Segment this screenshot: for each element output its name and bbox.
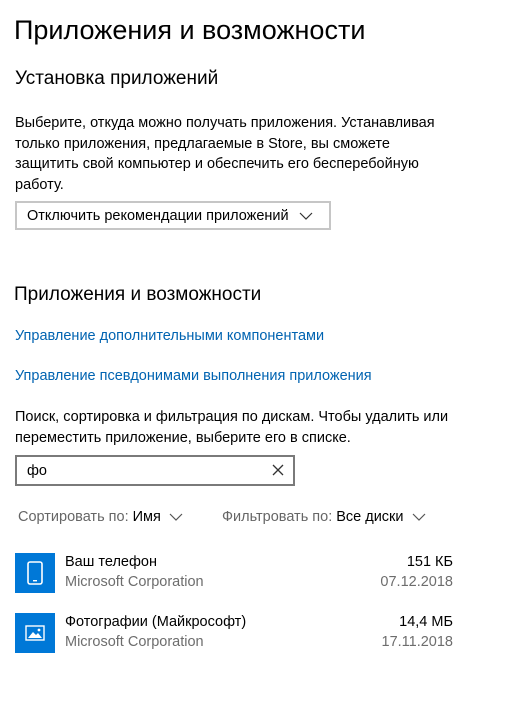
- search-input[interactable]: [27, 462, 257, 479]
- app-publisher: Microsoft Corporation: [65, 574, 204, 590]
- manage-app-execution-aliases-link[interactable]: Управление псевдонимами выполнения прило…: [15, 368, 372, 384]
- app-date: 07.12.2018: [380, 574, 453, 590]
- install-source-dropdown[interactable]: Отключить рекомендации приложений: [15, 201, 331, 230]
- close-icon[interactable]: [271, 463, 285, 477]
- install-source-value: Отключить рекомендации приложений: [27, 207, 289, 224]
- app-date: 17.11.2018: [381, 634, 454, 650]
- search-box: [15, 455, 295, 486]
- apps-description: Поиск, сортировка и фильтрация по дискам…: [15, 409, 449, 446]
- photos-icon: [15, 613, 55, 653]
- install-section-title: Установка приложений: [15, 68, 219, 89]
- chevron-down-icon: [299, 212, 313, 220]
- sort-value: Имя: [132, 509, 161, 525]
- app-size: 151 КБ: [406, 554, 453, 570]
- page-title: Приложения и возможности: [14, 15, 366, 45]
- filter-dropdown[interactable]: Фильтровать по: Все диски: [222, 509, 426, 525]
- app-name: Ваш телефон: [65, 554, 157, 570]
- app-list-item[interactable]: Ваш телефон Microsoft Corporation 151 КБ…: [15, 553, 455, 597]
- sort-label: Сортировать по:: [18, 509, 129, 525]
- app-list-item[interactable]: Фотографии (Майкрософт) Microsoft Corpor…: [15, 613, 455, 657]
- filter-label: Фильтровать по:: [222, 509, 333, 525]
- chevron-down-icon: [412, 513, 426, 521]
- app-name: Фотографии (Майкрософт): [65, 614, 247, 630]
- app-size: 14,4 МБ: [399, 614, 453, 630]
- app-publisher: Microsoft Corporation: [65, 634, 204, 650]
- install-description: Выберите, откуда можно получать приложен…: [15, 115, 435, 193]
- manage-optional-features-link[interactable]: Управление дополнительными компонентами: [15, 328, 324, 344]
- chevron-down-icon: [169, 513, 183, 521]
- filter-value: Все диски: [336, 509, 404, 525]
- apps-section-title: Приложения и возможности: [14, 284, 262, 305]
- phone-icon: [15, 553, 55, 593]
- sort-dropdown[interactable]: Сортировать по: Имя: [18, 509, 183, 525]
